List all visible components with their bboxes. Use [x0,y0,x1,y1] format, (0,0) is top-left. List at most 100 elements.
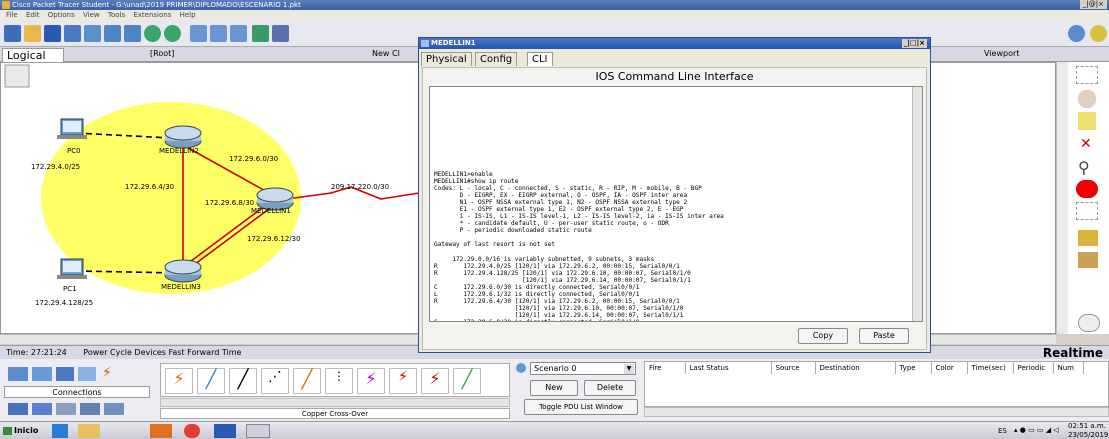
delete-icon[interactable]: ✕ [1080,136,1092,152]
cli-vertical-scrollbar[interactable] [912,87,922,321]
logical-tab[interactable]: Logical [2,48,64,62]
serial-dte-icon[interactable]: ⚡ [421,368,449,394]
cli-terminal[interactable]: MEDELLIN1>enable MEDELLIN1#show ip route… [429,86,923,322]
menu-help[interactable]: Help [180,11,196,19]
delete-scenario-button[interactable]: Delete [584,380,636,396]
routers-category-icon[interactable] [8,367,28,381]
window-controls[interactable]: _|@|× [1079,0,1107,9]
copper-cross-over-icon[interactable]: ⋰ [261,368,289,394]
place-note-icon[interactable] [1078,112,1096,130]
redo-icon[interactable] [164,25,181,42]
app-taskbar-icon[interactable] [150,424,172,438]
packet-tracer-taskbar-icon[interactable] [246,424,270,438]
coaxial-cable-icon[interactable]: ⚡ [357,368,385,394]
zoom-in-icon[interactable] [190,25,207,42]
activity-wizard-icon[interactable] [84,25,101,42]
scenario-info-icon[interactable] [516,363,526,373]
start-button[interactable]: Inicio [2,424,42,438]
scenario-select[interactable]: Scenario 0 ▼ [530,362,636,375]
console-cable-icon[interactable]: ╱ [197,368,225,394]
menu-edit[interactable]: Edit [26,11,40,19]
serial-dce-icon[interactable]: ⚡ [389,368,417,394]
realtime-clock-icon[interactable] [1078,314,1100,332]
cli-line: P - periodic downloaded static route [434,227,592,235]
menu-tools[interactable]: Tools [108,11,125,19]
chevron-down-icon[interactable]: ▼ [624,364,634,374]
tab-cli[interactable]: CLI [527,52,553,66]
drawing-palette-icon[interactable] [252,25,269,42]
add-simple-pdu-icon[interactable] [1078,230,1098,246]
new-cluster-button[interactable]: New Cl [372,49,400,58]
security-category-icon[interactable] [32,403,52,415]
explorer-taskbar-icon[interactable] [52,424,68,438]
hubs-category-icon[interactable] [56,367,74,381]
canvas-vertical-scrollbar[interactable] [1056,62,1068,334]
folder-taskbar-icon[interactable] [78,424,100,438]
fiber-cable-icon[interactable]: ╱ [293,368,321,394]
connections-category-icon[interactable]: ⚡ [102,365,112,381]
device-window-icon [421,40,429,47]
chrome-taskbar-icon[interactable] [184,424,200,438]
pc1-device[interactable] [57,258,87,279]
octal-cable-icon[interactable]: ╱ [453,368,481,394]
new-file-icon[interactable] [4,25,21,42]
end-devices-category-icon[interactable] [8,403,28,415]
viewport-button[interactable]: Viewport [984,49,1019,58]
wan-emulation-category-icon[interactable] [56,403,76,415]
add-complex-pdu-icon[interactable] [1078,252,1098,268]
tab-config[interactable]: Config [475,52,518,66]
menu-file[interactable]: File [6,11,18,19]
switches-category-icon[interactable] [32,367,52,381]
pc0-device[interactable] [57,118,87,139]
clock-time[interactable]: 02:51 a.m. [1068,422,1106,430]
resize-shape-icon[interactable] [1076,202,1098,220]
clock-date[interactable]: 23/05/2019 [1068,431,1108,439]
cable-list-scrollbar[interactable] [160,398,510,407]
menu-view[interactable]: View [83,11,100,19]
draw-ellipse-icon[interactable] [1076,180,1098,198]
pdu-list-scrollbar[interactable] [644,407,1109,417]
menu-extensions[interactable]: Extensions [133,11,171,19]
copper-straight-through-icon[interactable]: ╱ [229,368,257,394]
info-icon[interactable] [1068,25,1085,42]
realtime-mode-label[interactable]: Realtime [1043,346,1103,360]
root-label[interactable]: [Root] [150,49,174,58]
copy-icon[interactable] [104,25,121,42]
custom-devices-category-icon[interactable] [80,403,100,415]
open-folder-icon[interactable] [24,25,41,42]
select-tool-icon[interactable] [1076,66,1098,84]
system-tray-icons[interactable]: ▴ ● ▭ ▭ ◢ ◁ [1014,426,1059,434]
new-scenario-button[interactable]: New [530,380,578,396]
wireless-category-icon[interactable] [78,367,96,381]
automatic-cable-icon[interactable]: ⚡ [165,368,193,394]
menu-bar: File Edit Options View Tools Extensions … [0,10,1109,21]
zoom-reset-icon[interactable] [210,25,227,42]
paste-button[interactable]: Paste [859,328,909,344]
scenario-select-value: Scenario 0 [534,364,577,373]
zoom-out-icon[interactable] [230,25,247,42]
paste-icon[interactable] [124,25,141,42]
hand-move-icon[interactable] [1078,90,1096,108]
language-indicator[interactable]: ES [998,427,1007,435]
medellin2-router-icon[interactable] [164,125,202,149]
phone-cable-icon[interactable]: ⋮ [325,368,353,394]
word-taskbar-icon[interactable] [214,424,236,438]
menu-options[interactable]: Options [48,11,75,19]
help-icon[interactable] [1090,25,1107,42]
print-icon[interactable] [64,25,81,42]
navigation-icon[interactable] [4,64,30,88]
cli-line: C 172.29.6.8/30 is directly connected, S… [434,319,639,321]
medellin3-router-icon[interactable] [164,259,202,283]
multiuser-category-icon[interactable] [104,403,124,415]
power-cycle-fast-forward[interactable]: Power Cycle Devices Fast Forward Time [83,348,241,357]
cli-window-controls[interactable]: _|□|× [901,39,927,48]
pdu-col-color: Color [931,362,968,374]
cli-window-title-bar: MEDELLIN1 _|□|× [419,38,930,49]
save-icon[interactable] [44,25,61,42]
copy-button[interactable]: Copy [798,328,848,344]
undo-icon[interactable] [144,25,161,42]
tab-physical[interactable]: Physical [421,52,472,66]
custom-devices-icon[interactable] [272,25,289,42]
inspect-icon[interactable]: ⚲ [1078,158,1090,177]
toggle-pdu-list-button[interactable]: Toggle PDU List Window [524,399,638,415]
